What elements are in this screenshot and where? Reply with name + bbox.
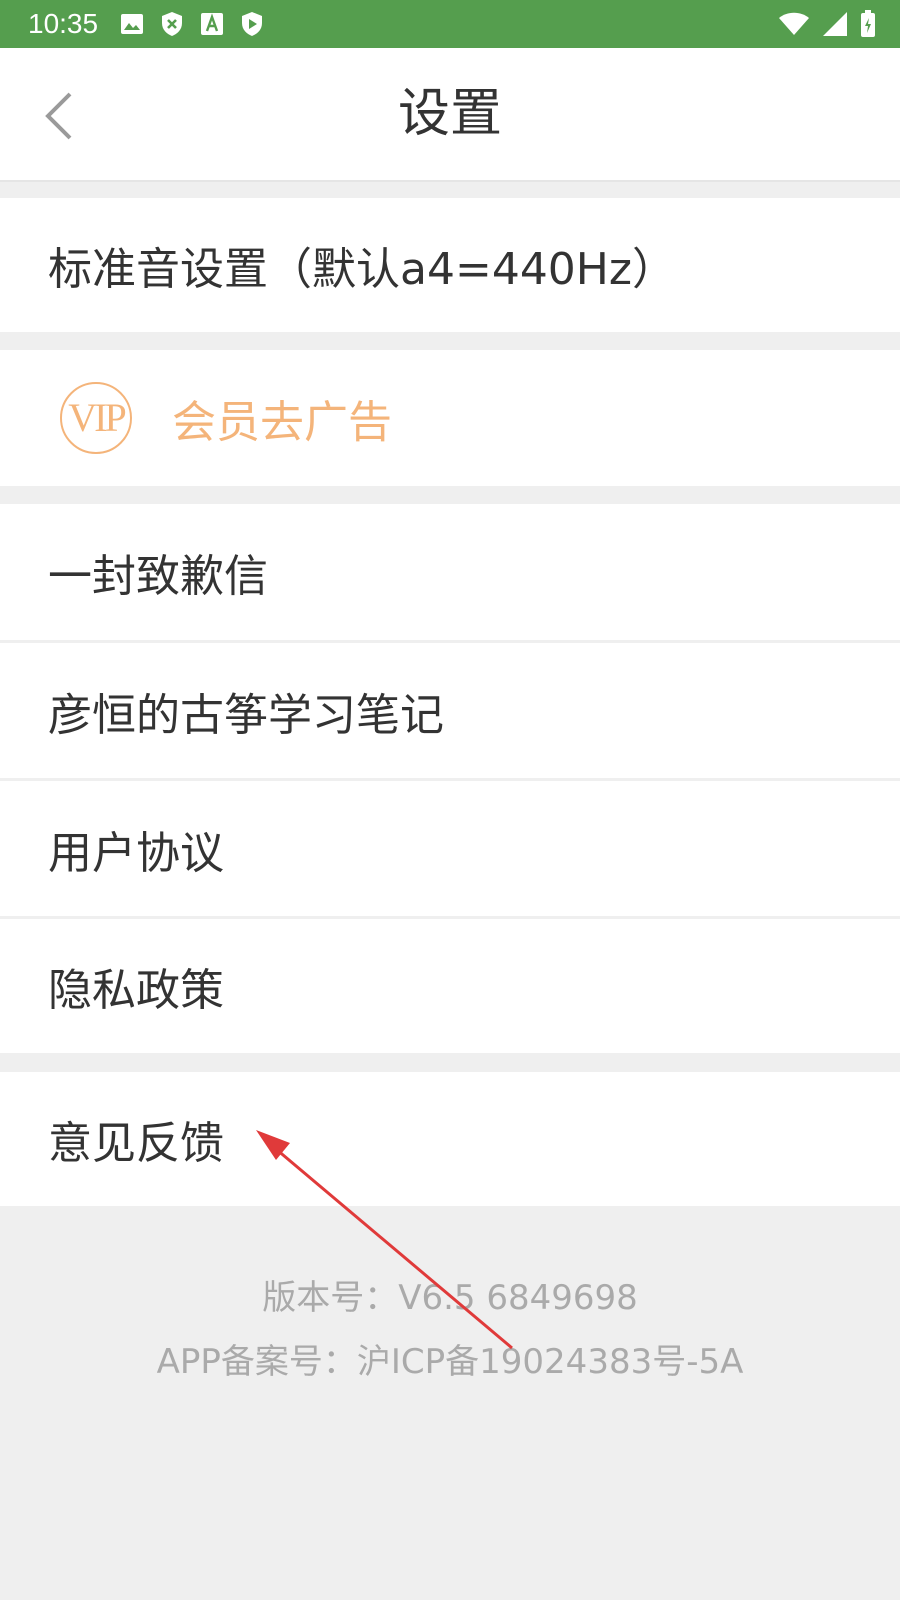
vip-label: 会员去广告 bbox=[172, 397, 392, 448]
apology-letter-item[interactable]: 一封致歉信 bbox=[0, 504, 900, 640]
shield-x-icon bbox=[162, 12, 182, 36]
apology-letter-label: 一封致歉信 bbox=[48, 551, 268, 602]
status-bar: 10:35 bbox=[0, 0, 900, 48]
user-agreement-item[interactable]: 用户协议 bbox=[0, 781, 900, 916]
feedback-label: 意见反馈 bbox=[48, 1118, 224, 1169]
vip-badge-icon: VIP bbox=[60, 382, 132, 454]
study-notes-label: 彦恒的古筝学习笔记 bbox=[48, 689, 444, 741]
image-icon bbox=[121, 14, 143, 34]
font-download-icon bbox=[201, 13, 223, 35]
user-agreement-label: 用户协议 bbox=[48, 827, 224, 879]
battery-icon bbox=[861, 10, 875, 37]
icp-record-text: APP备案号：沪ICP备19024383号-5A bbox=[156, 1342, 744, 1382]
study-notes-item[interactable]: 彦恒的古筝学习笔记 bbox=[0, 643, 900, 778]
app-header: 设置 bbox=[0, 48, 900, 182]
vip-remove-ads-item[interactable]: VIP 会员去广告 bbox=[0, 350, 900, 486]
standard-pitch-setting[interactable]: 标准音设置（默认a4=440Hz） bbox=[0, 198, 900, 332]
standard-pitch-label: 标准音设置（默认a4=440Hz） bbox=[48, 244, 676, 295]
cell-signal-icon bbox=[823, 12, 847, 36]
privacy-policy-item[interactable]: 隐私政策 bbox=[0, 919, 900, 1053]
privacy-policy-label: 隐私政策 bbox=[48, 965, 224, 1016]
status-time: 10:35 bbox=[28, 8, 99, 39]
wifi-icon bbox=[779, 12, 809, 35]
play-shield-icon bbox=[242, 12, 262, 36]
version-text: 版本号：V6.5 6849698 bbox=[262, 1278, 638, 1318]
page-title: 设置 bbox=[397, 84, 502, 144]
feedback-item[interactable]: 意见反馈 bbox=[0, 1072, 900, 1206]
